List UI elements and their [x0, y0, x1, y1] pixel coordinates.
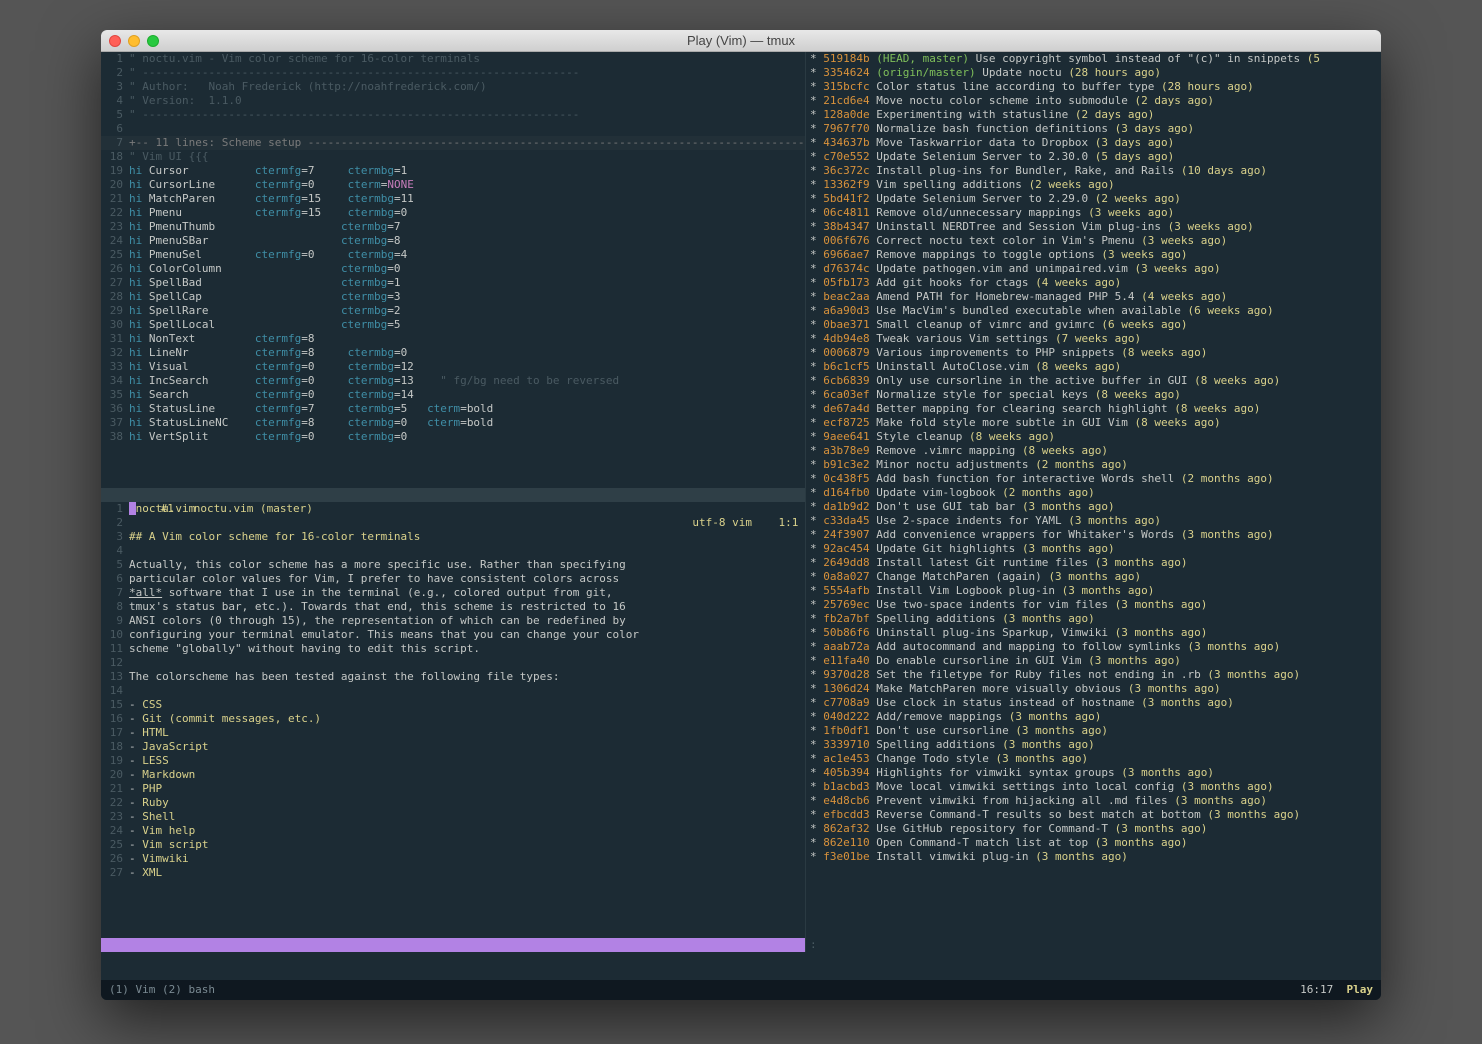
- git-log-entry[interactable]: * 50b86f6 Uninstall plug-ins Sparkup, Vi…: [806, 626, 1381, 640]
- git-log-entry[interactable]: * 1fb0df1 Don't use cursorline (3 months…: [806, 724, 1381, 738]
- git-log-entry[interactable]: * b6c1cf5 Uninstall AutoClose.vim (8 wee…: [806, 360, 1381, 374]
- git-log-entry[interactable]: * 9370d28 Set the filetype for Ruby file…: [806, 668, 1381, 682]
- git-log-entry[interactable]: * 006f676 Correct noctu text color in Vi…: [806, 234, 1381, 248]
- git-log-entry[interactable]: * 0006879 Various improvements to PHP sn…: [806, 346, 1381, 360]
- window-titlebar[interactable]: Play (Vim) — tmux: [101, 30, 1381, 52]
- tmux-clock: 16:17: [1300, 983, 1333, 996]
- git-log-entry[interactable]: * 5554afb Install Vim Logbook plug-in (3…: [806, 584, 1381, 598]
- git-log-entry[interactable]: * 862e110 Open Command-T match list at t…: [806, 836, 1381, 850]
- terminal-window: Play (Vim) — tmux 1" noctu.vim - Vim col…: [101, 30, 1381, 1000]
- git-log-entry[interactable]: * 25769ec Use two-space indents for vim …: [806, 598, 1381, 612]
- git-log-entry[interactable]: * 519184b (HEAD, master) Use copyright s…: [806, 52, 1381, 66]
- window-title: Play (Vim) — tmux: [101, 33, 1381, 48]
- git-log-entry[interactable]: * fb2a7bf Spelling additions (3 months a…: [806, 612, 1381, 626]
- git-log-entry[interactable]: * da1b9d2 Don't use GUI tab bar (3 month…: [806, 500, 1381, 514]
- tmux-session: Play: [1347, 983, 1374, 996]
- git-log-entry[interactable]: * c7708a9 Use clock in status instead of…: [806, 696, 1381, 710]
- git-log-entry[interactable]: * 21cd6e4 Move noctu color scheme into s…: [806, 94, 1381, 108]
- statusline-top: #1 noctu.vim (master) utf-8 vim 1:1: [101, 488, 805, 502]
- git-log-entry[interactable]: * 24f3907 Add convenience wrappers for W…: [806, 528, 1381, 542]
- git-log-entry[interactable]: * 128a0de Experimenting with statusline …: [806, 108, 1381, 122]
- git-log-entry[interactable]: * 434637b Move Taskwarrior data to Dropb…: [806, 136, 1381, 150]
- git-log-entry[interactable]: * a6a90d3 Use MacVim's bundled executabl…: [806, 304, 1381, 318]
- statusline-bottom: #3 README.md (master) utf-8 markdown 1:1: [101, 938, 805, 952]
- git-log-entry[interactable]: * 405b394 Highlights for vimwiki syntax …: [806, 766, 1381, 780]
- git-log-entry[interactable]: * c70e552 Update Selenium Server to 2.30…: [806, 150, 1381, 164]
- git-log-entry[interactable]: * 36c372c Install plug-ins for Bundler, …: [806, 164, 1381, 178]
- git-log-entry[interactable]: * 0bae371 Small cleanup of vimrc and gvi…: [806, 318, 1381, 332]
- git-log-entry[interactable]: * beac2aa Amend PATH for Homebrew-manage…: [806, 290, 1381, 304]
- bottom-buffer[interactable]: 1 noctu.vim23## A Vim color scheme for 1…: [101, 502, 805, 938]
- git-log-entry[interactable]: * 0c438f5 Add bash function for interact…: [806, 472, 1381, 486]
- git-log-entry[interactable]: * 05fb173 Add git hooks for ctags (4 wee…: [806, 276, 1381, 290]
- git-log-entry[interactable]: * 6cb6839 Only use cursorline in the act…: [806, 374, 1381, 388]
- git-log-entry[interactable]: * 3354624 (origin/master) Update noctu (…: [806, 66, 1381, 80]
- command-prompt[interactable]: :: [806, 938, 1381, 952]
- git-log-entry[interactable]: * 3339710 Spelling additions (3 months a…: [806, 738, 1381, 752]
- git-log-entry[interactable]: * e11fa40 Do enable cursorline in GUI Vi…: [806, 654, 1381, 668]
- git-log-entry[interactable]: * 9aee641 Style cleanup (8 weeks ago): [806, 430, 1381, 444]
- git-log-entry[interactable]: * 4db94e8 Tweak various Vim settings (7 …: [806, 332, 1381, 346]
- git-log-entry[interactable]: * ecf8725 Make fold style more subtle in…: [806, 416, 1381, 430]
- git-log-entry[interactable]: * 13362f9 Vim spelling additions (2 week…: [806, 178, 1381, 192]
- git-log-entry[interactable]: * 0a8a027 Change MatchParen (again) (3 m…: [806, 570, 1381, 584]
- git-log-entry[interactable]: * efbcdd3 Reverse Command-T results so b…: [806, 808, 1381, 822]
- tmux-windows[interactable]: (1) Vim (2) bash: [109, 980, 215, 1000]
- git-log-entry[interactable]: * b91c3e2 Minor noctu adjustments (2 mon…: [806, 458, 1381, 472]
- git-log-entry[interactable]: * aaab72a Add autocommand and mapping to…: [806, 640, 1381, 654]
- git-log-entry[interactable]: * 5bd41f2 Update Selenium Server to 2.29…: [806, 192, 1381, 206]
- tmux-statusbar[interactable]: (1) Vim (2) bash 16:17 Play: [101, 980, 1381, 1000]
- git-log-entry[interactable]: * 7967f70 Normalize bash function defini…: [806, 122, 1381, 136]
- git-log-entry[interactable]: * d164fb0 Update vim-logbook (2 months a…: [806, 486, 1381, 500]
- git-log-entry[interactable]: * 315bcfc Color status line according to…: [806, 80, 1381, 94]
- git-log-entry[interactable]: * 06c4811 Remove old/unnecessary mapping…: [806, 206, 1381, 220]
- git-log-entry[interactable]: * 6ca03ef Normalize style for special ke…: [806, 388, 1381, 402]
- git-log-entry[interactable]: * 6966ae7 Remove mappings to toggle opti…: [806, 248, 1381, 262]
- git-log-entry[interactable]: * 862af32 Use GitHub repository for Comm…: [806, 822, 1381, 836]
- git-log-entry[interactable]: * 1306d24 Make MatchParen more visually …: [806, 682, 1381, 696]
- git-log-entry[interactable]: * a3b78e9 Remove .vimrc mapping (8 weeks…: [806, 444, 1381, 458]
- top-buffer[interactable]: 1" noctu.vim - Vim color scheme for 16-c…: [101, 52, 805, 488]
- git-log-entry[interactable]: * 040d222 Add/remove mappings (3 months …: [806, 710, 1381, 724]
- right-split: * 519184b (HEAD, master) Use copyright s…: [805, 52, 1381, 952]
- git-log-entry[interactable]: * ac1e453 Change Todo style (3 months ag…: [806, 752, 1381, 766]
- git-log-entry[interactable]: * de67a4d Better mapping for clearing se…: [806, 402, 1381, 416]
- left-split: 1" noctu.vim - Vim color scheme for 16-c…: [101, 52, 805, 952]
- git-log-entry[interactable]: * c33da45 Use 2-space indents for YAML (…: [806, 514, 1381, 528]
- git-log-entry[interactable]: * f3e01be Install vimwiki plug-in (3 mon…: [806, 850, 1381, 864]
- git-log-entry[interactable]: * 92ac454 Update Git highlights (3 month…: [806, 542, 1381, 556]
- git-log-entry[interactable]: * e4d8cb6 Prevent vimwiki from hijacking…: [806, 794, 1381, 808]
- git-log-entry[interactable]: * 38b4347 Uninstall NERDTree and Session…: [806, 220, 1381, 234]
- git-log-entry[interactable]: * b1acbd3 Move local vimwiki settings in…: [806, 780, 1381, 794]
- git-log-entry[interactable]: * 2649dd8 Install latest Git runtime fil…: [806, 556, 1381, 570]
- git-log-entry[interactable]: * d76374c Update pathogen.vim and unimpa…: [806, 262, 1381, 276]
- git-log-pane[interactable]: * 519184b (HEAD, master) Use copyright s…: [806, 52, 1381, 938]
